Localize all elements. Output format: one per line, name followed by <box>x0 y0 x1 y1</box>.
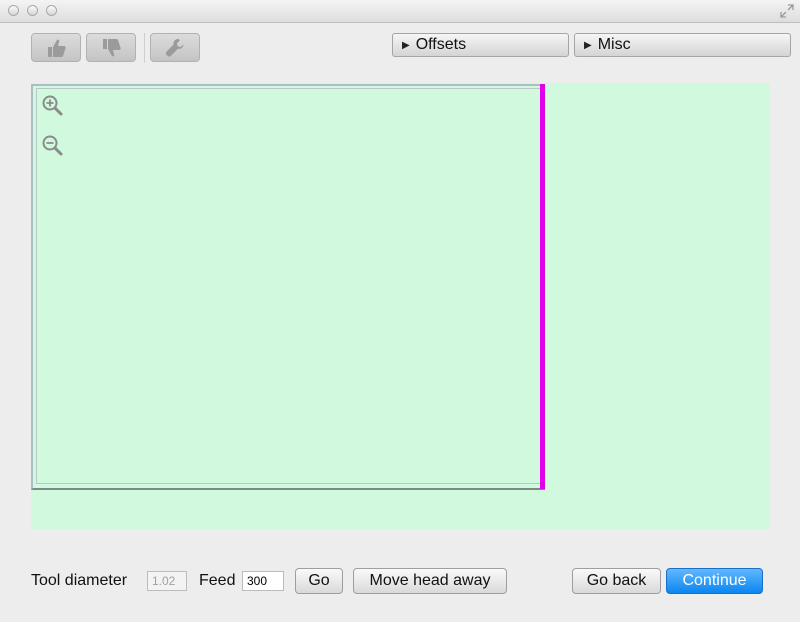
feed-input[interactable]: 300 <box>242 571 284 591</box>
go-back-button[interactable]: Go back <box>572 568 661 594</box>
triangle-right-icon: ▶ <box>402 39 410 51</box>
continue-button[interactable]: Continue <box>666 568 763 594</box>
window-titlebar <box>0 0 800 23</box>
misc-panel-toggle[interactable]: ▶ Misc <box>574 33 791 57</box>
offsets-panel-toggle[interactable]: ▶ Offsets <box>392 33 569 57</box>
go-button[interactable]: Go <box>295 568 343 594</box>
zoom-out-icon[interactable] <box>41 134 63 156</box>
settings-button[interactable] <box>150 33 200 62</box>
tool-diameter-field: 1.02 <box>147 571 187 591</box>
tool-marker-line <box>540 84 545 489</box>
zoom-in-icon[interactable] <box>41 94 63 116</box>
misc-panel-label: Misc <box>597 36 631 53</box>
thumbs-down-button[interactable] <box>86 33 136 62</box>
move-head-away-button[interactable]: Move head away <box>353 568 507 594</box>
tool-diameter-label: Tool diameter <box>31 572 128 589</box>
plot-area[interactable] <box>36 88 541 484</box>
triangle-right-icon: ▶ <box>584 39 592 51</box>
toolbar-separator <box>144 33 145 63</box>
minimize-icon[interactable] <box>27 5 38 16</box>
feed-label: Feed <box>199 572 236 589</box>
thumbs-up-button[interactable] <box>31 33 81 62</box>
close-icon[interactable] <box>8 5 19 16</box>
thumbs-up-icon <box>48 39 66 57</box>
thumbs-down-icon <box>103 38 121 56</box>
offsets-panel-label: Offsets <box>415 36 467 53</box>
wrench-icon <box>165 38 184 57</box>
fullscreen-icon[interactable] <box>780 4 794 18</box>
zoom-icon[interactable] <box>46 5 57 16</box>
